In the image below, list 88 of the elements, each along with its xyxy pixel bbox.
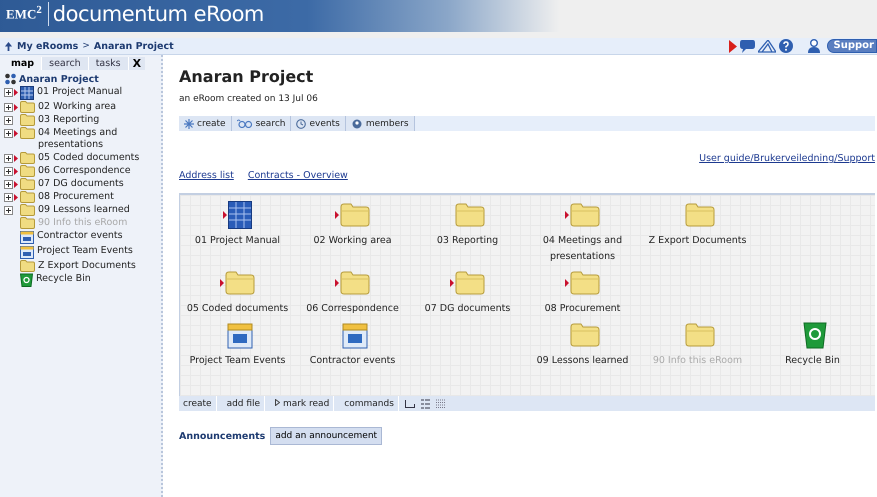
item-link[interactable]: 03 Reporting bbox=[412, 233, 522, 249]
tree-item-link[interactable]: 03 Reporting bbox=[38, 114, 153, 126]
folder-icon bbox=[20, 127, 35, 139]
item-link[interactable]: Contractor events bbox=[298, 353, 408, 369]
sidebar-tab[interactable]: tasks bbox=[88, 57, 129, 70]
tree-item-link[interactable]: 01 Project Manual bbox=[37, 86, 152, 98]
toolbar-button[interactable]: create bbox=[179, 116, 232, 131]
expand-icon[interactable] bbox=[4, 116, 13, 124]
sidebar-tab[interactable]: search bbox=[42, 57, 89, 70]
recycle-bin-icon bbox=[20, 273, 33, 287]
toolbar-button[interactable]: events bbox=[291, 116, 346, 131]
expand-icon[interactable] bbox=[4, 128, 13, 138]
folder-icon bbox=[20, 217, 35, 229]
item-link[interactable]: 07 DG documents bbox=[412, 301, 522, 317]
expand-icon[interactable] bbox=[4, 154, 13, 162]
page-link[interactable]: Address list bbox=[179, 170, 234, 181]
add-announcement-button[interactable]: add an announcement bbox=[270, 427, 382, 445]
tree-item-link[interactable]: 08 Procurement bbox=[38, 191, 153, 203]
help-icon[interactable] bbox=[778, 39, 793, 53]
announcements-label: Announcements bbox=[179, 430, 266, 442]
breadcrumb-link[interactable]: Anaran Project bbox=[94, 40, 174, 52]
calendar-icon[interactable] bbox=[227, 321, 253, 349]
icon-view-icon[interactable] bbox=[404, 400, 415, 408]
folder-icon bbox=[20, 204, 35, 216]
tree-item-link[interactable]: 05 Coded documents bbox=[38, 152, 153, 164]
item-link[interactable]: 06 Correspondence bbox=[298, 301, 408, 317]
people-icon bbox=[4, 73, 17, 85]
tree-item-link[interactable]: 09 Lessons learned bbox=[38, 204, 153, 216]
item-link[interactable]: 04 Meetings and presentations bbox=[528, 233, 638, 265]
close-button[interactable]: X bbox=[128, 57, 146, 70]
expand-icon[interactable] bbox=[4, 206, 13, 214]
tree-root-link[interactable]: Anaran Project bbox=[19, 74, 99, 84]
person-icon[interactable] bbox=[808, 39, 820, 53]
product-name: documentum eRoom bbox=[48, 2, 264, 26]
asterisk-icon bbox=[184, 118, 194, 128]
support-button[interactable]: Suppor bbox=[826, 39, 877, 53]
item-link[interactable]: 01 Project Manual bbox=[182, 233, 292, 249]
expand-icon[interactable] bbox=[4, 192, 13, 202]
calendar-icon bbox=[20, 245, 34, 259]
recycle-bin-icon[interactable] bbox=[803, 321, 827, 349]
triangle-icon bbox=[275, 398, 280, 406]
brand-logo: EMC$^{2}$ bbox=[6, 4, 42, 22]
page-link[interactable]: Contracts - Overview bbox=[248, 170, 348, 181]
tree-item-link[interactable]: Project Team Events bbox=[37, 245, 152, 257]
details-view-icon[interactable] bbox=[436, 398, 445, 408]
folder-icon bbox=[20, 260, 35, 272]
item-link[interactable]: 09 Lessons learned bbox=[528, 353, 638, 369]
grid-book-icon bbox=[20, 86, 34, 100]
calendar-icon[interactable] bbox=[342, 321, 368, 349]
breadcrumb-separator: > bbox=[82, 41, 90, 51]
toolbar-button[interactable]: members bbox=[346, 116, 415, 131]
toolbar-button[interactable]: search bbox=[232, 116, 292, 131]
breadcrumb-link[interactable]: My eRooms bbox=[17, 40, 78, 52]
item-link[interactable]: Project Team Events bbox=[182, 353, 292, 369]
expand-icon[interactable] bbox=[4, 180, 13, 188]
speech-bubble-icon[interactable] bbox=[740, 39, 755, 53]
item-link[interactable]: 02 Working area bbox=[298, 233, 408, 249]
tree-item-link[interactable]: 06 Correspondence bbox=[38, 165, 153, 177]
item-link[interactable]: 05 Coded documents bbox=[182, 301, 292, 317]
up-arrow-icon[interactable] bbox=[4, 42, 13, 50]
folder-icon bbox=[20, 152, 35, 164]
binoculars-icon bbox=[236, 119, 253, 128]
list-view-icon[interactable] bbox=[420, 398, 430, 408]
folder-icon bbox=[20, 101, 35, 113]
folder-icon bbox=[20, 191, 35, 203]
tree-item-link[interactable]: Contractor events bbox=[37, 230, 152, 242]
item-link[interactable]: 08 Procurement bbox=[528, 301, 638, 317]
clock-icon bbox=[296, 118, 306, 128]
tree-item-link[interactable]: Z Export Documents bbox=[38, 260, 153, 272]
folder-icon bbox=[20, 114, 35, 126]
tree-item-link[interactable]: 04 Meetings and presentations bbox=[38, 127, 153, 151]
folder-icon bbox=[20, 178, 35, 190]
tree-item-link[interactable]: Recycle Bin bbox=[36, 273, 151, 285]
page-subtitle: an eRoom created on 13 Jul 06 bbox=[179, 94, 319, 104]
item-link[interactable]: Recycle Bin bbox=[758, 353, 868, 369]
members-icon bbox=[350, 118, 363, 128]
user-guide-link[interactable]: User guide/Brukerveiledning/Support bbox=[699, 153, 875, 164]
tree-item-link[interactable]: 02 Working area bbox=[38, 101, 153, 113]
tree-item-link[interactable]: 07 DG documents bbox=[38, 178, 153, 190]
grid-book-icon[interactable] bbox=[228, 201, 252, 229]
page-title: Anaran Project bbox=[179, 67, 314, 86]
item-link[interactable]: Z Export Documents bbox=[642, 233, 752, 249]
expand-icon[interactable] bbox=[4, 88, 13, 96]
expand-icon[interactable] bbox=[4, 102, 13, 112]
play-icon[interactable] bbox=[728, 40, 737, 52]
folder-icon bbox=[20, 165, 35, 177]
calendar-icon bbox=[20, 230, 34, 244]
expand-icon[interactable] bbox=[4, 166, 13, 176]
